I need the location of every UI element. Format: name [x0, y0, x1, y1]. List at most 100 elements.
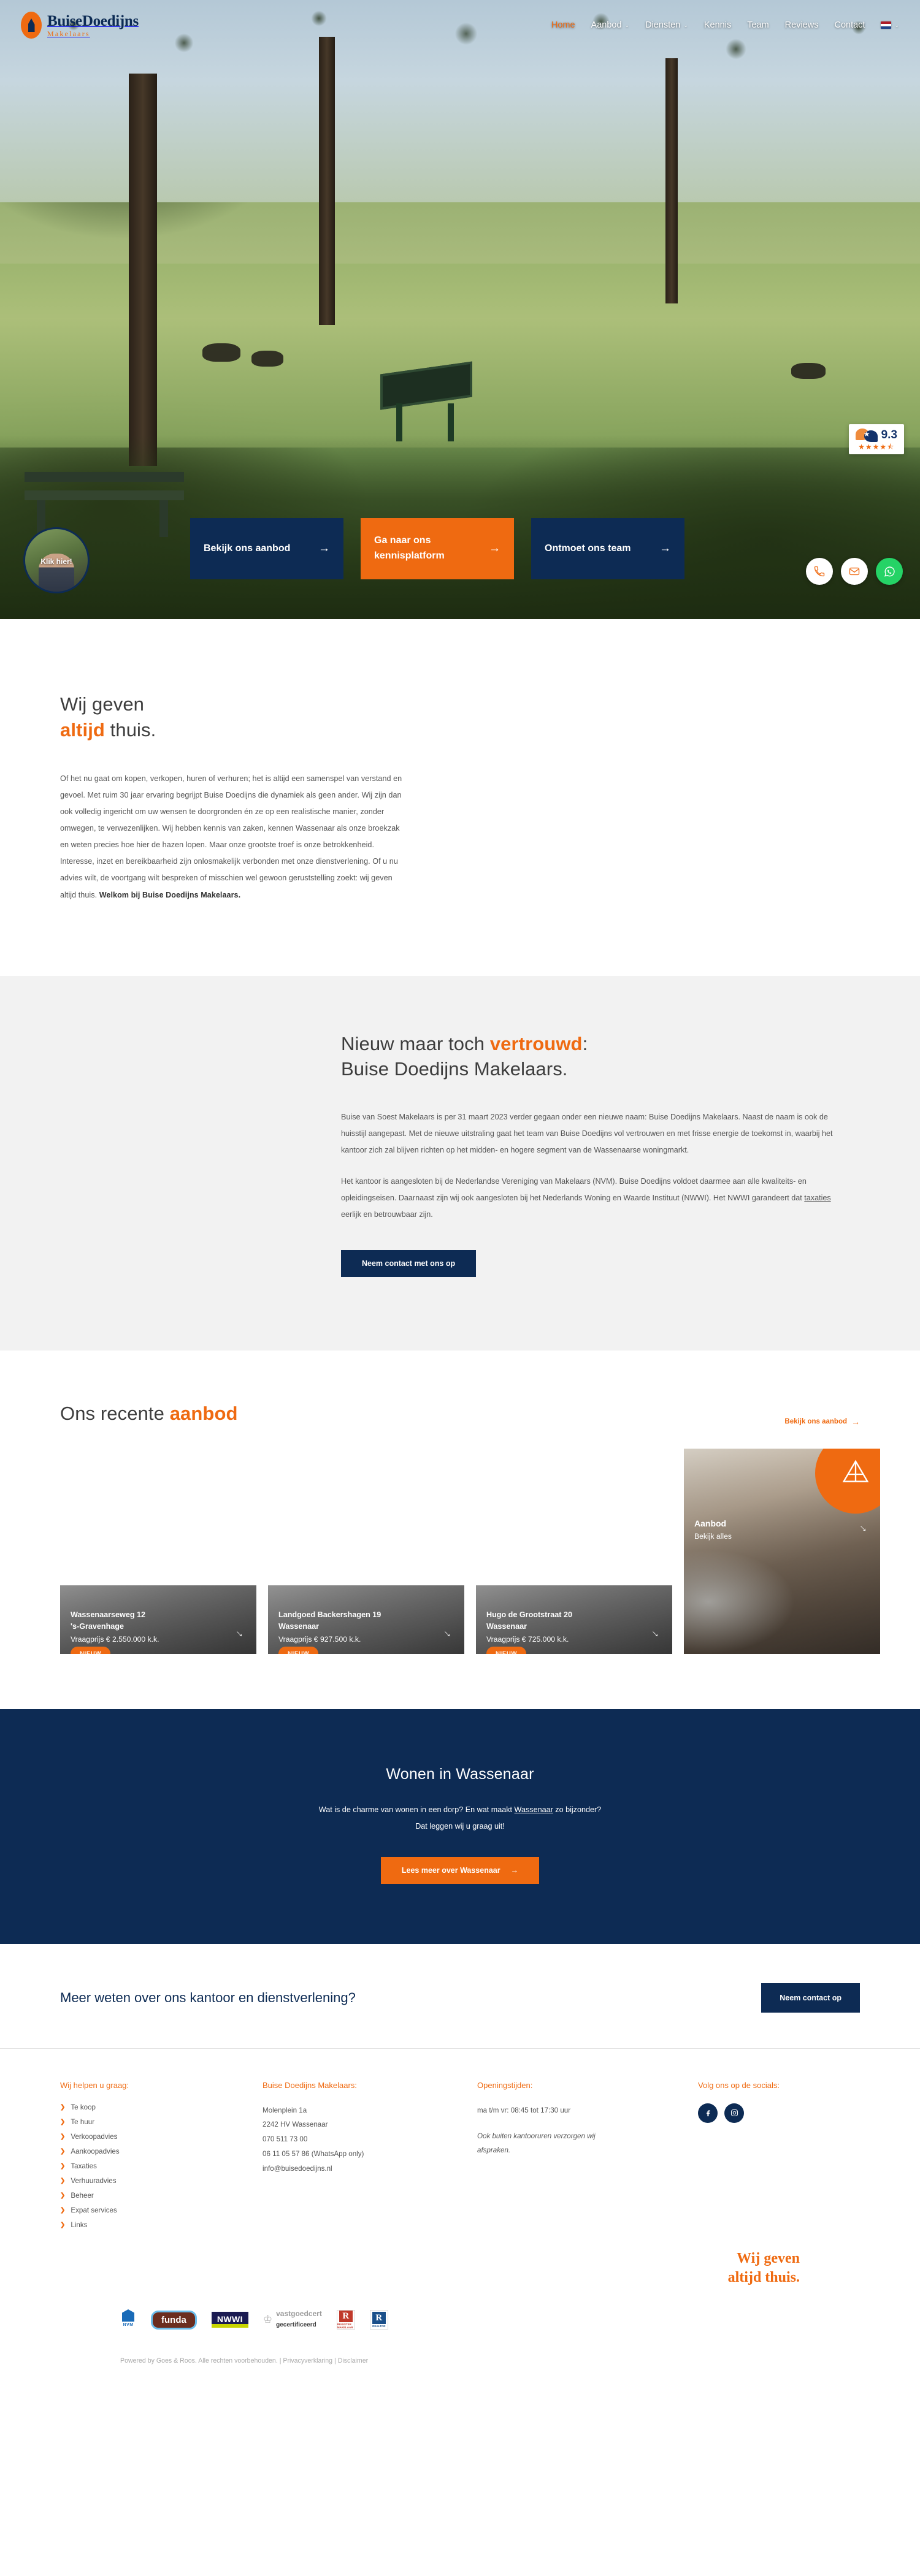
privacy-link[interactable]: Privacyverklaring	[283, 2357, 332, 2365]
wassenaar-link[interactable]: Wassenaar	[515, 1805, 553, 1814]
nav-item-aanbod[interactable]: Aanbod ⌄	[591, 20, 630, 30]
phone-icon	[814, 566, 825, 577]
feature-subtitle: Bekijk alles	[694, 1532, 732, 1541]
footer-link-expat-services[interactable]: ❯ Expat services	[60, 2206, 263, 2214]
cow	[791, 363, 826, 379]
trusted-title-pre: Nieuw maar toch	[341, 1032, 490, 1054]
footer-heading: Volg ons op de socials:	[698, 2080, 780, 2090]
page-root: BuiseDoedijns Makelaars Home Aanbod ⌄ Die…	[0, 0, 920, 2381]
instagram-button[interactable]	[724, 2103, 744, 2123]
wassenaar-title: Wonen in Wassenaar	[386, 1765, 534, 1783]
disclaimer-link[interactable]: Disclaimer	[338, 2357, 368, 2365]
chevron-down-icon: ⌄	[894, 21, 899, 28]
arrow-right-icon: →	[318, 542, 330, 555]
wassenaar-subtitle: Wat is de charme van wonen in een dorp? …	[0, 1802, 920, 1835]
nwwi-logo: NWWI	[211, 2312, 248, 2328]
arrow-right-icon: →	[851, 1416, 860, 1427]
footer-link-list: ❯ Te koop ❯ Te huur ❯ Verkoopadvies ❯ Aankoo…	[60, 2103, 263, 2229]
hero-section: BuiseDoedijns Makelaars Home Aanbod ⌄ Die…	[0, 0, 920, 619]
nav-item-team[interactable]: Team	[747, 20, 769, 30]
list-item: ❯ Taxaties	[60, 2162, 263, 2170]
footer-heading: Wij helpen u graag:	[60, 2080, 129, 2090]
nav-item-contact[interactable]: Contact	[834, 20, 865, 30]
cta-bekijk-ons-aanbod[interactable]: Bekijk ons aanbod →	[190, 518, 343, 579]
property-address: Landgoed Backershagen 19	[278, 1610, 381, 1619]
phone-button[interactable]	[806, 558, 833, 585]
top-navigation-bar: BuiseDoedijns Makelaars Home Aanbod ⌄ Die…	[0, 0, 920, 50]
chevron-right-icon: ❯	[60, 2103, 66, 2111]
property-card[interactable]: Hugo de Grootstraat 20 Wassenaar Vraagpr…	[476, 1585, 672, 1654]
list-item: ❯ Links	[60, 2221, 263, 2229]
nav-label: Reviews	[784, 20, 819, 30]
nav-item-kennis[interactable]: Kennis	[704, 20, 731, 30]
house-outline-icon	[842, 1459, 869, 1482]
footer-column-help: Wij helpen u graag: ❯ Te koop ❯ Te huur ❯ V…	[60, 2081, 263, 2236]
cta-ontmoet-ons-team[interactable]: Ontmoet ons team →	[531, 518, 684, 579]
facebook-button[interactable]	[698, 2103, 718, 2123]
chevron-right-icon: ❯	[60, 2192, 66, 2199]
property-city: Wassenaar	[486, 1622, 527, 1631]
view-all-offer-link[interactable]: Bekijk ons aanbod →	[784, 1417, 860, 1427]
contact-phone[interactable]: 070 511 73 00	[263, 2132, 477, 2147]
footer-link-verkoopadvies[interactable]: ❯ Verkoopadvies	[60, 2133, 263, 2141]
vgc-sub: gecertificeerd	[276, 2321, 316, 2328]
trusted-title-suffix: :	[582, 1032, 588, 1054]
contact-whatsapp[interactable]: 06 11 05 57 86 (WhatsApp only)	[263, 2147, 477, 2162]
footer-link-te-huur[interactable]: ❯ Te huur	[60, 2118, 263, 2126]
read-more-wassenaar-button[interactable]: Lees meer over Wassenaar →	[380, 1856, 540, 1884]
copyright-bar: Powered by Goes & Roos. Alle rechten voo…	[60, 2347, 860, 2380]
chevron-right-icon: ❯	[60, 2162, 66, 2170]
site-footer: Wij helpen u graag: ❯ Te koop ❯ Te huur ❯ V…	[0, 2048, 920, 2381]
offer-header: Ons recente aanbod Bekijk ons aanbod →	[0, 1401, 920, 1427]
more-contact-button[interactable]: Neem contact op	[761, 1983, 860, 2013]
avatar-video-bubble[interactable]: Klik hier!	[23, 527, 90, 593]
list-item: ❯ Aankoopadvies	[60, 2147, 263, 2155]
nav-item-home[interactable]: Home	[551, 20, 575, 30]
rating-score: 9.3	[881, 429, 897, 441]
property-card[interactable]: Wassenaarseweg 12 's-Gravenhage Vraagpri…	[60, 1585, 256, 1654]
footer-link-taxaties[interactable]: ❯ Taxaties	[60, 2162, 263, 2170]
nav-label: Kennis	[703, 20, 732, 30]
offer-feature-card[interactable]: Aanbod Bekijk alles →	[684, 1448, 880, 1654]
cta-label: Ga naar ons kennisplatform	[374, 535, 445, 561]
nav-label: Diensten	[645, 20, 681, 30]
taxaties-link[interactable]: taxaties	[804, 1194, 830, 1202]
property-card[interactable]: Landgoed Backershagen 19 Wassenaar Vraag…	[268, 1585, 464, 1654]
rating-badge[interactable]: ★ 9.3 ★★★★⯪	[848, 424, 904, 454]
list-item: ❯ Verkoopadvies	[60, 2133, 263, 2141]
nl-flag-icon	[881, 21, 892, 29]
cta-kennisplatform[interactable]: Ga naar ons kennisplatform →	[361, 518, 514, 579]
nav-item-reviews[interactable]: Reviews	[785, 20, 819, 30]
nav-label: Contact	[834, 20, 865, 30]
tagline-line1: Wij geven	[737, 2250, 800, 2266]
contact-button[interactable]: Neem contact met ons op	[341, 1250, 477, 1277]
footer-tagline: Wij geven altijd thuis.	[60, 2236, 860, 2287]
contact-email[interactable]: info@buisedoedijns.nl	[263, 2162, 477, 2176]
whatsapp-button[interactable]	[876, 558, 903, 585]
nvm-label: NVM	[123, 2323, 134, 2328]
vgc-bold: vastgoed	[276, 2309, 309, 2319]
property-price: Vraagprijs € 927.500 k.k.	[278, 1634, 361, 1644]
realtor-sub: REALTOR	[372, 2325, 386, 2328]
footer-link-links[interactable]: ❯ Links	[60, 2221, 263, 2229]
footer-link-te-koop[interactable]: ❯ Te koop	[60, 2103, 263, 2111]
copyright-text: Powered by Goes & Roos. Alle rechten voo…	[120, 2357, 283, 2365]
link-label: Beheer	[71, 2191, 94, 2200]
wassenaar-section: Wonen in Wassenaar Wat is de charme van …	[0, 1709, 920, 1944]
footer-link-verhuuradvies[interactable]: ❯ Verhuuradvies	[60, 2177, 263, 2185]
trusted-p2-pre: Het kantoor is aangesloten bij de Nederl…	[341, 1176, 807, 1202]
site-logo[interactable]: BuiseDoedijns Makelaars	[21, 12, 139, 39]
footer-link-aankoopadvies[interactable]: ❯ Aankoopadvies	[60, 2147, 263, 2155]
opening-hours-line: ma t/m vr: 08:45 tot 17:30 uur	[477, 2106, 571, 2114]
trusted-paragraph-1: Buise van Soest Makelaars is per 31 maar…	[341, 1112, 833, 1154]
funda-logo: funda	[151, 2310, 197, 2330]
arrow-right-icon: →	[659, 542, 671, 555]
property-address: Wassenaarseweg 12	[71, 1610, 146, 1619]
footer-link-beheer[interactable]: ❯ Beheer	[60, 2192, 263, 2200]
offer-title-pre: Ons recente	[60, 1403, 170, 1424]
nav-item-diensten[interactable]: Diensten ⌄	[645, 20, 688, 30]
email-button[interactable]	[841, 558, 868, 585]
language-switcher[interactable]: ⌄	[881, 21, 899, 29]
logo-text: BuiseDoedijns Makelaars	[47, 13, 139, 37]
logo-house-icon	[21, 12, 42, 39]
